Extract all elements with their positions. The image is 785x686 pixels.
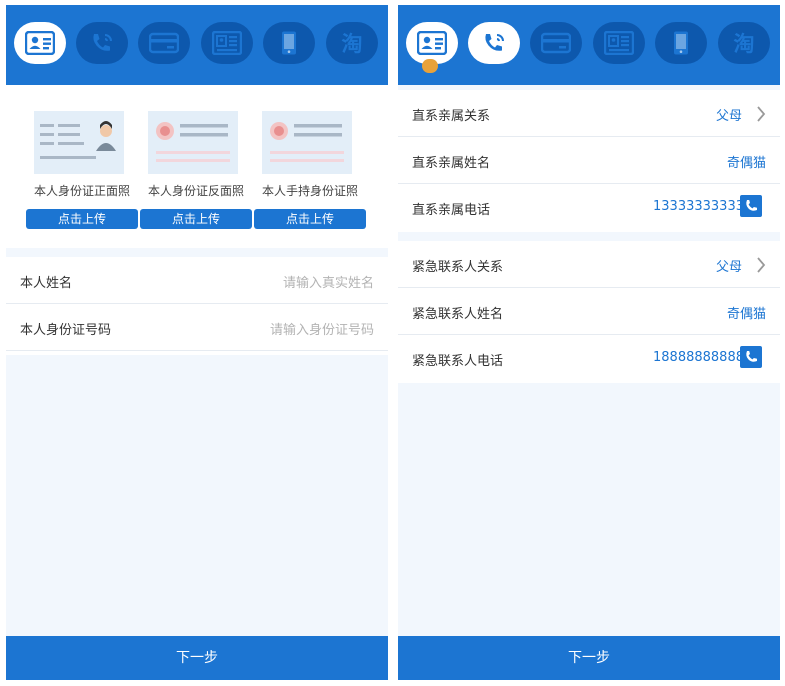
emergency-relation-value: 父母 [715,260,742,275]
name-row: 本人姓名 请输入真实姓名 [6,257,388,304]
tab-id-card[interactable] [406,22,458,64]
tab-bank-card[interactable] [138,22,190,64]
social-security-icon [212,31,242,55]
id-back-caption: 本人身份证反面照 [147,184,244,198]
upload-id-front-button[interactable]: 点击上传 [26,209,138,229]
relative-name-label: 直系亲属姓名 [412,156,491,171]
emergency-relation-label: 紧急联系人关系 [412,260,504,275]
taobao-icon [729,31,759,55]
taobao-icon [337,31,367,55]
id-handheld-caption: 本人手持身份证照 [261,184,358,198]
tab-bank-card[interactable] [530,22,582,64]
bank-card-icon [149,31,179,55]
id-photo-upload-section: 本人身份证正面照 点击上传 本人身份证反面照 点击上传 本人手持身份证照 点击上… [6,85,388,248]
upload-id-back-button[interactable]: 点击上传 [140,209,252,229]
relative-phone-input[interactable]: 13333333333 [653,199,744,214]
relative-relation-value: 父母 [715,109,742,124]
id-front-illustration [34,111,124,174]
tab-social-security[interactable] [201,22,253,64]
relative-phone-row: 直系亲属电话 13333333333 [398,184,780,230]
personal-info-form: 本人姓名 请输入真实姓名 本人身份证号码 请输入身份证号码 [6,257,388,355]
relative-contact-group: 直系亲属关系 父母 直系亲属姓名 奇偶猫 直系亲属电话 13333333333 [398,90,780,232]
tab-contacts[interactable] [76,22,128,64]
mobile-phone-icon [666,31,696,55]
id-number-row: 本人身份证号码 请输入身份证号码 [6,304,388,351]
phone-icon [746,351,757,362]
tab-mobile[interactable] [263,22,315,64]
auth-tab-bar [398,5,780,85]
id-number-input[interactable]: 请输入身份证号码 [270,319,374,338]
auth-tab-bar [6,5,388,85]
id-verification-screen: 本人身份证正面照 点击上传 本人身份证反面照 点击上传 本人手持身份证照 点击上… [6,5,388,680]
phone-contacts-icon [87,31,117,55]
mobile-phone-icon [274,31,304,55]
emergency-name-label: 紧急联系人姓名 [412,307,504,322]
emergency-relation-row[interactable]: 紧急联系人关系 父母 [398,241,780,288]
chevron-right-icon [757,106,766,122]
id-back-illustration [148,111,238,174]
name-label: 本人姓名 [20,276,73,291]
phone-icon [746,200,757,211]
relative-name-row: 直系亲属姓名 奇偶猫 [398,137,780,184]
tab-contacts[interactable] [468,22,520,64]
completed-badge-icon [422,59,438,73]
id-front-caption: 本人身份证正面照 [33,184,130,198]
bank-card-icon [541,31,571,55]
tab-taobao[interactable] [718,22,770,64]
id-handheld-illustration [262,111,352,174]
emergency-phone-contacts-button[interactable] [740,346,762,368]
id-number-label: 本人身份证号码 [20,323,112,338]
name-input[interactable]: 请输入真实姓名 [283,272,374,291]
next-step-button[interactable]: 下一步 [6,636,388,680]
tab-mobile[interactable] [655,22,707,64]
relative-relation-row[interactable]: 直系亲属关系 父母 [398,90,780,137]
emergency-name-input[interactable]: 奇偶猫 [727,303,766,322]
relative-phone-label: 直系亲属电话 [412,203,491,218]
relative-relation-label: 直系亲属关系 [412,109,491,124]
emergency-contact-group: 紧急联系人关系 父母 紧急联系人姓名 奇偶猫 紧急联系人电话 188888888… [398,241,780,383]
upload-id-handheld-button[interactable]: 点击上传 [254,209,366,229]
contacts-screen: 直系亲属关系 父母 直系亲属姓名 奇偶猫 直系亲属电话 13333333333 … [398,5,780,680]
emergency-phone-row: 紧急联系人电话 18888888888 [398,335,780,381]
emergency-phone-label: 紧急联系人电话 [412,354,504,369]
tab-social-security[interactable] [593,22,645,64]
relative-phone-contacts-button[interactable] [740,195,762,217]
social-security-icon [604,31,634,55]
chevron-right-icon [757,257,766,273]
relative-name-input[interactable]: 奇偶猫 [727,152,766,171]
next-step-button[interactable]: 下一步 [398,636,780,680]
id-card-icon [25,31,55,55]
tab-id-card[interactable] [14,22,66,64]
tab-taobao[interactable] [326,22,378,64]
emergency-name-row: 紧急联系人姓名 奇偶猫 [398,288,780,335]
emergency-phone-input[interactable]: 18888888888 [653,350,744,365]
phone-contacts-icon [479,31,509,55]
id-card-icon [417,31,447,55]
